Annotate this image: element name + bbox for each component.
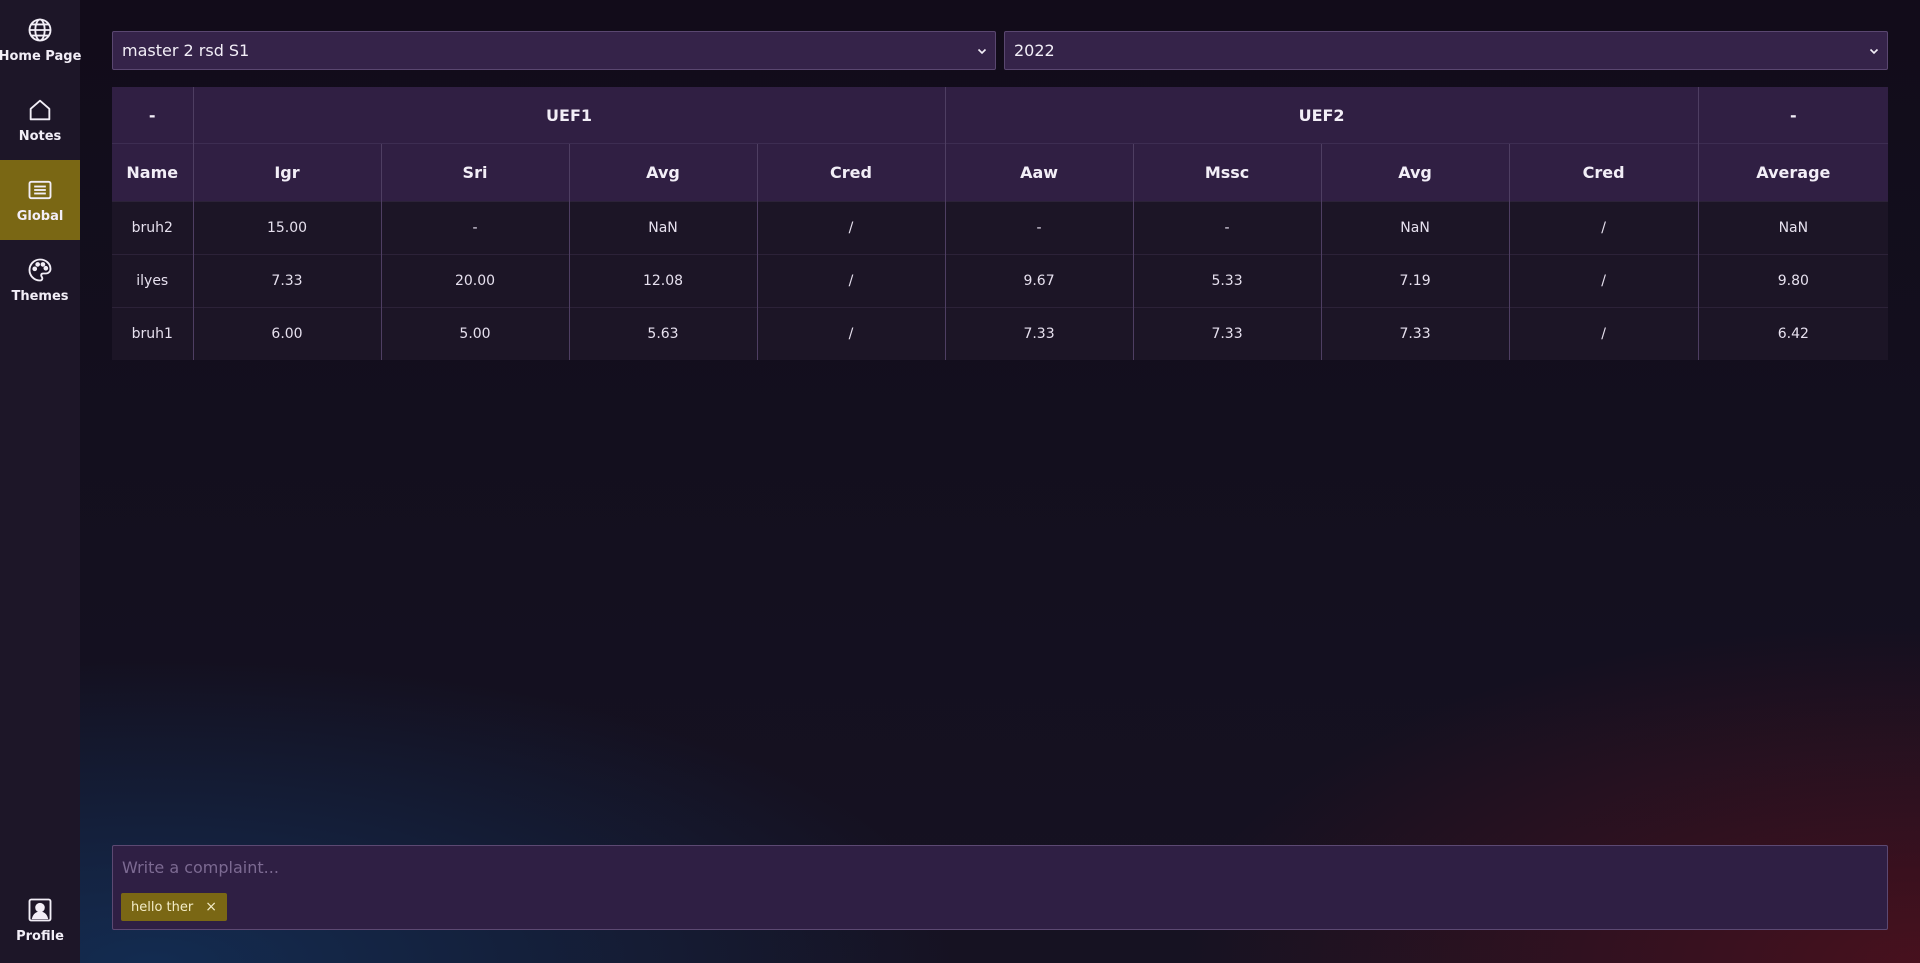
home-icon [26, 96, 54, 124]
table-cell: / [756, 201, 946, 255]
complaint-tag: hello ther × [121, 893, 227, 921]
column-header-igr: Igr [192, 143, 381, 202]
table-cell: NaN [1320, 201, 1510, 255]
group-header-row: - UEF1 UEF2 - [112, 87, 1889, 144]
nav-home-page-label: Home Page [0, 49, 82, 64]
year-select[interactable]: 2022 [1004, 31, 1888, 70]
column-header-mssc: Mssc [1132, 143, 1322, 202]
table-cell: / [1508, 254, 1699, 308]
grades-table: - UEF1 UEF2 - Name Igr Sri Avg Cred Aaw … [112, 87, 1889, 360]
year-select-value: 2022 [1014, 41, 1055, 60]
nav-profile[interactable]: Profile [0, 880, 80, 960]
close-icon[interactable]: × [205, 900, 217, 914]
table-cell: 6.00 [192, 307, 381, 360]
list-icon [26, 176, 54, 204]
column-header-avg: Avg [1320, 143, 1510, 202]
table-cell: - [380, 201, 569, 255]
group-header-uef2: UEF2 [944, 87, 1699, 144]
column-header-row: Name Igr Sri Avg Cred Aaw Mssc Avg Cred … [112, 143, 1889, 202]
table-cell: 5.00 [380, 307, 569, 360]
program-select-value: master 2 rsd S1 [122, 41, 250, 60]
sidebar: Home Page Notes Global Themes Profile [0, 0, 82, 963]
table-cell: 6.42 [1697, 307, 1889, 360]
group-header-cell: - [1697, 87, 1889, 144]
table-cell: 7.33 [944, 307, 1134, 360]
table-cell: 20.00 [380, 254, 569, 308]
table-cell: 5.33 [1132, 254, 1322, 308]
table-cell: / [1508, 307, 1699, 360]
column-header-aaw: Aaw [944, 143, 1134, 202]
table-row: bruh2 15.00 - NaN / - - NaN / NaN [112, 201, 1889, 255]
complaint-tag-label: hello ther [131, 899, 194, 915]
column-header-average: Average [1697, 143, 1889, 202]
table-cell: / [1508, 201, 1699, 255]
nav-global[interactable]: Global [0, 160, 80, 240]
nav-themes-label: Themes [11, 289, 69, 304]
table-cell: 9.80 [1697, 254, 1889, 308]
column-header-name: Name [112, 143, 193, 202]
complaint-input[interactable] [122, 856, 1822, 878]
table-cell: / [756, 254, 946, 308]
group-header-uef1: UEF1 [192, 87, 946, 144]
chevron-down-icon [1869, 48, 1879, 55]
table-cell: bruh2 [112, 201, 193, 255]
program-select[interactable]: master 2 rsd S1 [112, 31, 996, 70]
user-icon [26, 896, 54, 924]
nav-global-label: Global [16, 209, 64, 224]
group-header-cell: - [112, 87, 193, 144]
table-cell: 12.08 [568, 254, 757, 308]
table-cell: 7.33 [1320, 307, 1510, 360]
nav-home-page[interactable]: Home Page [0, 0, 82, 80]
table-cell: - [1132, 201, 1322, 255]
table-cell: 15.00 [192, 201, 381, 255]
nav-themes[interactable]: Themes [0, 240, 80, 320]
globe-icon [26, 16, 54, 44]
complaint-box: hello ther × [112, 845, 1888, 930]
palette-icon [26, 256, 54, 284]
table-row: bruh1 6.00 5.00 5.63 / 7.33 7.33 7.33 / … [112, 307, 1889, 360]
nav-notes[interactable]: Notes [0, 80, 80, 160]
table-cell: 7.19 [1320, 254, 1510, 308]
column-header-sri: Sri [380, 143, 569, 202]
table-cell: 7.33 [192, 254, 381, 308]
table-cell: 9.67 [944, 254, 1134, 308]
table-cell: / [756, 307, 946, 360]
table-cell: - [944, 201, 1134, 255]
table-cell: 7.33 [1132, 307, 1322, 360]
column-header-cred: Cred [1508, 143, 1699, 202]
table-cell: 5.63 [568, 307, 757, 360]
column-header-cred: Cred [756, 143, 946, 202]
nav-notes-label: Notes [18, 129, 62, 144]
table-row: ilyes 7.33 20.00 12.08 / 9.67 5.33 7.19 … [112, 254, 1889, 308]
table-cell: NaN [1697, 201, 1889, 255]
table-cell: ilyes [112, 254, 193, 308]
table-cell: NaN [568, 201, 757, 255]
column-header-avg: Avg [568, 143, 757, 202]
table-cell: bruh1 [112, 307, 193, 360]
nav-profile-label: Profile [16, 929, 64, 944]
chevron-down-icon [977, 48, 987, 55]
